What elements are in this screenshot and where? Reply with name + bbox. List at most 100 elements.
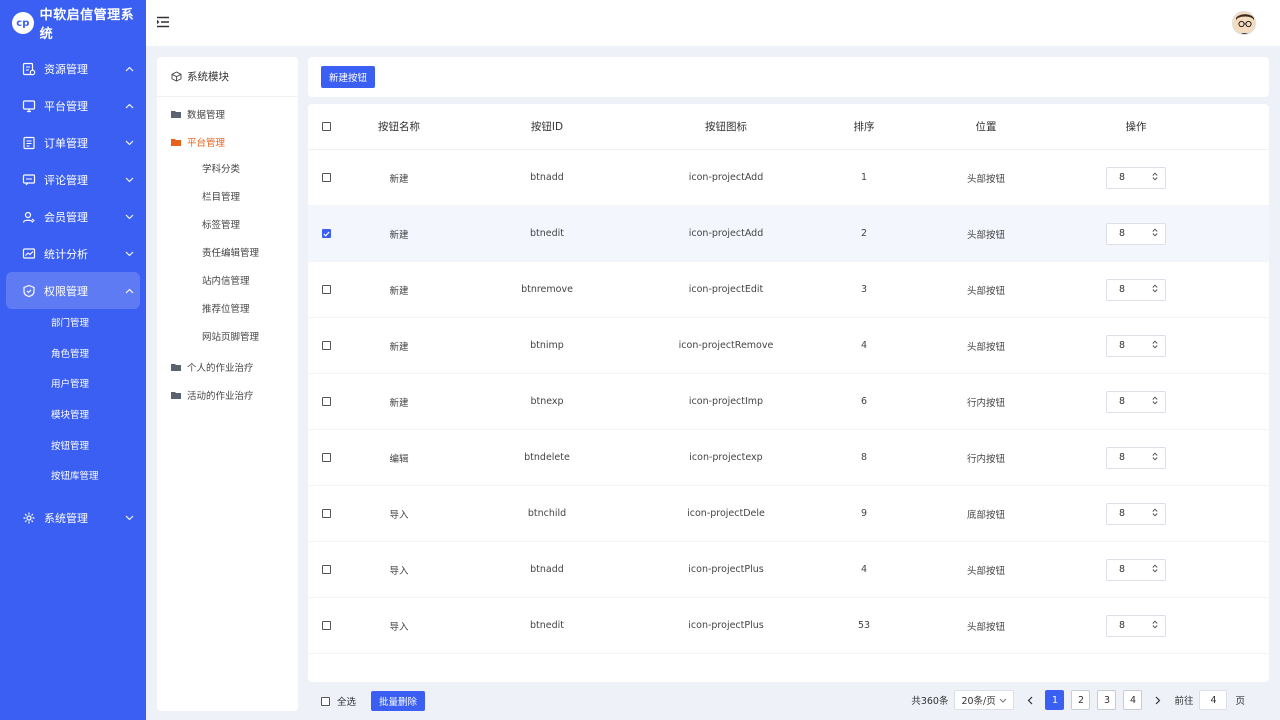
table-row[interactable]: 新建 btnedit icon-projectAdd 2 头部按钮 8	[308, 206, 1269, 262]
tree-child[interactable]: 推荐位管理	[157, 296, 298, 324]
sidebar-group-3[interactable]: 评论管理	[6, 161, 140, 198]
table-row[interactable]: 新建 btnremove icon-projectEdit 3 头部按钮 8	[308, 262, 1269, 318]
cell-op: 8	[1056, 166, 1216, 189]
cell-name: 新建	[389, 397, 409, 409]
sidebar-group-7[interactable]: 系统管理	[6, 499, 140, 536]
tree-child[interactable]: 学科分类	[157, 156, 298, 184]
cell-op: 8	[1056, 278, 1216, 301]
tree-child[interactable]: 标签管理	[157, 212, 298, 240]
updown-icon	[1152, 171, 1158, 184]
tree-child[interactable]: 栏目管理	[157, 184, 298, 212]
sidebar-subitem[interactable]: 按钮管理	[0, 432, 146, 463]
prev-page-icon[interactable]	[1022, 690, 1038, 710]
cell-id: btnremove	[521, 284, 573, 295]
row-checkbox[interactable]	[321, 453, 331, 462]
button-table: 按钮名称 按钮ID 按钮图标 排序 位置 操作 新建 btnadd icon-pro…	[308, 104, 1269, 682]
row-checkbox[interactable]	[321, 285, 331, 294]
op-select[interactable]: 8	[1106, 390, 1166, 413]
chevron-down-icon	[124, 175, 134, 185]
tree-child[interactable]: 网站页脚管理	[157, 324, 298, 352]
page-button[interactable]: 4	[1123, 690, 1143, 710]
cell-name: 导入	[389, 565, 409, 577]
row-checkbox[interactable]	[321, 565, 331, 574]
row-checkbox-cell	[308, 397, 344, 406]
page-size-value: 20条/页	[961, 696, 996, 707]
tree-child[interactable]: 站内信管理	[157, 268, 298, 296]
row-checkbox[interactable]	[321, 621, 331, 630]
cell-position: 底部按钮	[966, 509, 1005, 521]
updown-icon	[1152, 283, 1158, 296]
user-avatar[interactable]	[1232, 11, 1256, 35]
row-checkbox[interactable]	[321, 341, 331, 350]
tree-node[interactable]: 活动的作业治疗	[157, 381, 298, 409]
op-select[interactable]: 8	[1106, 558, 1166, 581]
sidebar-subitem[interactable]: 模块管理	[0, 401, 146, 432]
table-row[interactable]: 新建 btnexp icon-projectImp 6 行内按钮 8	[308, 374, 1269, 430]
select-all-checkbox[interactable]	[321, 696, 330, 706]
row-checkbox[interactable]	[321, 509, 331, 518]
menu-collapse-icon[interactable]	[156, 16, 170, 28]
cube-icon	[171, 71, 182, 82]
tree-node[interactable]: 平台管理	[157, 128, 298, 156]
op-select[interactable]: 8	[1106, 334, 1166, 357]
sidebar-group-label: 评论管理	[44, 173, 88, 187]
updown-icon	[1152, 507, 1158, 520]
op-select[interactable]: 8	[1106, 446, 1166, 469]
sidebar-group-label: 系统管理	[44, 511, 88, 525]
sidebar-group-label: 统计分析	[44, 247, 88, 261]
header-checkbox[interactable]	[321, 122, 331, 131]
table-row[interactable]: 新建 btnadd icon-projectAdd 1 头部按钮 8	[308, 150, 1269, 206]
op-select[interactable]: 8	[1106, 278, 1166, 301]
cell-op: 8	[1056, 446, 1216, 469]
pagination: 共360条 20条/页 1234 前往 页	[911, 690, 1245, 710]
cell-name: 新建	[389, 173, 409, 185]
tree-child[interactable]: 责任编辑管理	[157, 240, 298, 268]
tree-node[interactable]: 个人的作业治疗	[157, 353, 298, 381]
table-row[interactable]: 导入 btnchild icon-projectDele 9 底部按钮 8	[308, 486, 1269, 542]
sidebar-group-1[interactable]: 平台管理	[6, 87, 140, 124]
app-logo[interactable]: cp 中软启信管理系统	[0, 0, 146, 46]
sidebar-group-0[interactable]: 资源管理	[6, 50, 140, 87]
page-button[interactable]: 3	[1097, 690, 1117, 710]
sidebar-group-5[interactable]: 统计分析	[6, 235, 140, 272]
op-select[interactable]: 8	[1106, 502, 1166, 525]
sidebar-group-4[interactable]: 会员管理	[6, 198, 140, 235]
table-row[interactable]: 导入 btnedit icon-projectPlus 53 头部按钮 8	[308, 598, 1269, 654]
new-button[interactable]: 新建按钮	[321, 66, 376, 88]
table-row[interactable]: 编辑 btndelete icon-projectexp 8 行内按钮 8	[308, 430, 1269, 486]
cell-sort: 2	[860, 228, 868, 239]
cell-icon: icon-projectRemove	[678, 340, 774, 351]
select-all[interactable]: 全选	[321, 694, 356, 708]
op-select[interactable]: 8	[1106, 166, 1166, 189]
cell-name: 新建	[389, 341, 409, 353]
sidebar-subitem[interactable]: 角色管理	[0, 340, 146, 371]
row-checkbox[interactable]	[321, 173, 331, 182]
sidebar-subitem[interactable]: 部门管理	[0, 309, 146, 340]
tree-node[interactable]: 数据管理	[157, 100, 298, 128]
cell-icon: icon-projectImp	[688, 396, 764, 407]
cell-sort: 9	[860, 508, 868, 519]
cell-position: 头部按钮	[966, 173, 1005, 185]
cell-id: btnedit	[529, 620, 564, 631]
sidebar-group-2[interactable]: 订单管理	[6, 124, 140, 161]
table-footer: 全选 批量删除 共360条 20条/页 1234 前往 页	[308, 682, 1269, 720]
batch-delete-button[interactable]: 批量删除	[371, 691, 426, 711]
page-button[interactable]: 2	[1071, 690, 1091, 710]
op-select[interactable]: 8	[1106, 614, 1166, 637]
sidebar: cp 中软启信管理系统 资源管理 平台管理 订单管理评论管理会员管理统计分析权限管理…	[0, 0, 146, 720]
sidebar-subitem[interactable]: 按钮库管理	[0, 462, 146, 493]
op-select[interactable]: 8	[1106, 222, 1166, 245]
cell-position: 头部按钮	[966, 621, 1005, 633]
row-checkbox[interactable]	[321, 229, 331, 238]
row-checkbox[interactable]	[321, 397, 331, 406]
table-row[interactable]: 新建 btnimp icon-projectRemove 4 头部按钮 8	[308, 318, 1269, 374]
next-page-icon[interactable]	[1150, 690, 1166, 710]
goto-page-input[interactable]	[1199, 690, 1228, 710]
sidebar-group-6[interactable]: 权限管理	[6, 272, 140, 309]
top-header	[146, 0, 1280, 46]
sidebar-subitem[interactable]: 用户管理	[0, 370, 146, 401]
cell-position: 头部按钮	[966, 565, 1005, 577]
table-row[interactable]: 导入 btnadd icon-projectPlus 4 头部按钮 8	[308, 542, 1269, 598]
page-size-select[interactable]: 20条/页	[954, 690, 1015, 710]
page-button[interactable]: 1	[1045, 690, 1065, 710]
